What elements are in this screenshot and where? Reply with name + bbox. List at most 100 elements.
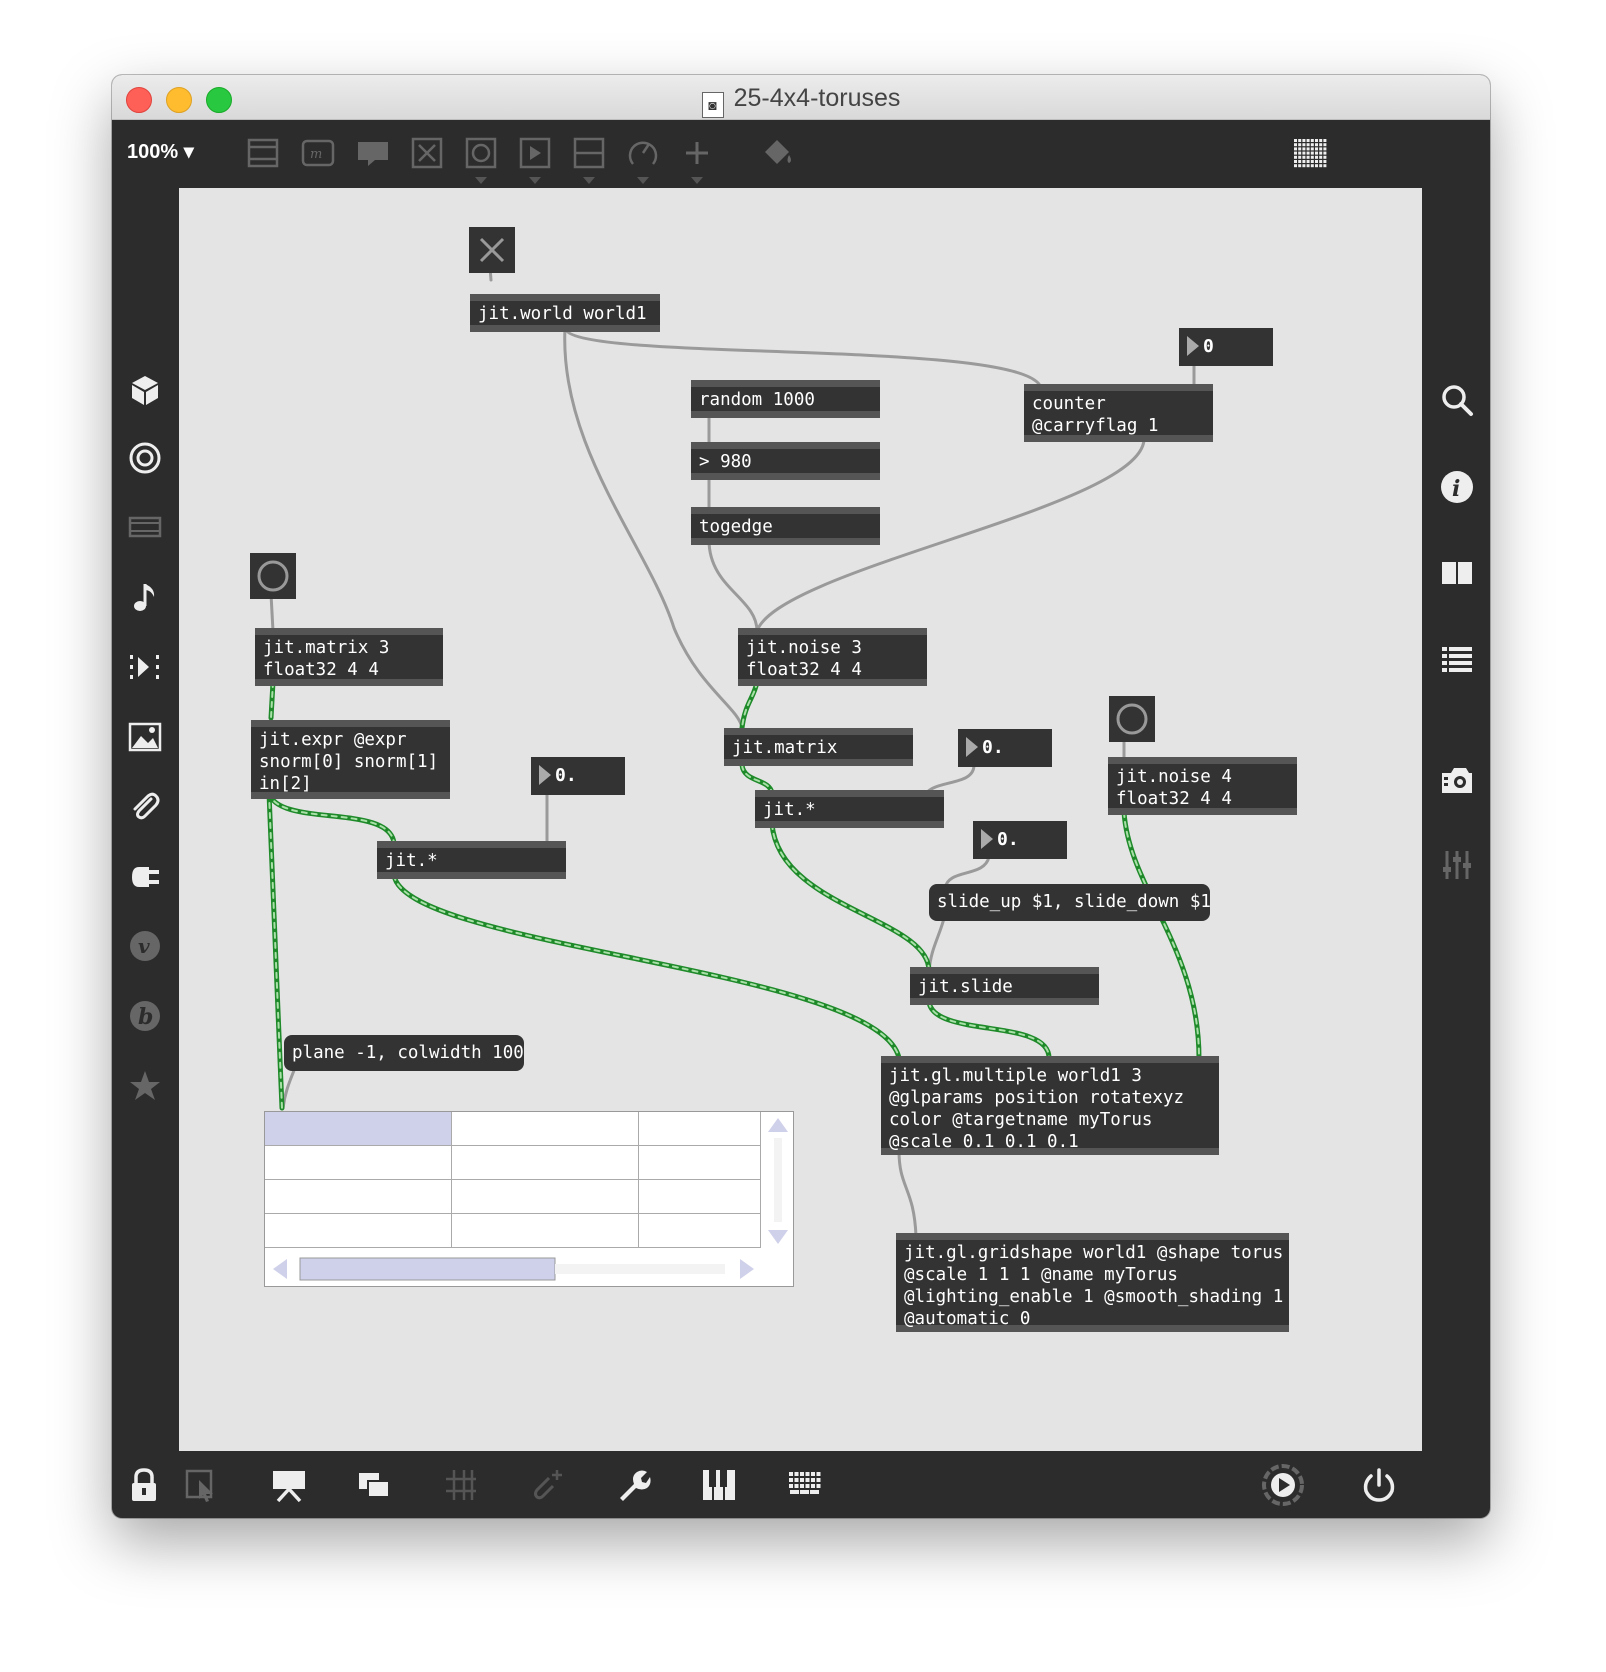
scroll-down-arrow-icon bbox=[768, 1230, 788, 1244]
bottom-toolbar bbox=[112, 1452, 1490, 1518]
grid-snap-icon[interactable] bbox=[442, 1466, 480, 1504]
cube-icon[interactable] bbox=[127, 372, 163, 408]
object-jit-gl-gridshape[interactable]: jit.gl.gridshape world1 @shape torus @sc… bbox=[896, 1233, 1289, 1332]
play-icon[interactable] bbox=[517, 135, 553, 171]
jit-cellblock[interactable] bbox=[264, 1111, 794, 1287]
object-jit-matrix-3[interactable]: jit.matrix 3 float32 4 4 bbox=[255, 628, 443, 686]
dial-caret-icon[interactable] bbox=[637, 177, 649, 184]
slider-caret-icon[interactable] bbox=[583, 177, 595, 184]
toggle-icon[interactable] bbox=[409, 135, 445, 171]
cell[interactable] bbox=[639, 1180, 761, 1214]
select-icon[interactable] bbox=[183, 1466, 221, 1504]
object-counter[interactable]: counter @carryflag 1 bbox=[1024, 384, 1213, 442]
number-slide[interactable]: 0. bbox=[973, 821, 1067, 859]
object-jit-mult-right[interactable]: jit.* bbox=[755, 790, 944, 828]
number-arrow-icon bbox=[981, 829, 993, 849]
message-icon[interactable]: m bbox=[300, 135, 336, 171]
windows-icon[interactable] bbox=[355, 1466, 393, 1504]
object-jit-matrix[interactable]: jit.matrix bbox=[724, 728, 913, 766]
object-jit-expr[interactable]: jit.expr @expr snorm[0] snorm[1] in[2] bbox=[251, 720, 450, 799]
v-icon[interactable]: v bbox=[127, 928, 163, 964]
number-counter-in[interactable]: 0 bbox=[1179, 328, 1273, 366]
right-sidebar: i bbox=[1424, 187, 1490, 1452]
object-greater-than[interactable]: > 980 bbox=[691, 442, 880, 480]
cord-button-matrix3 bbox=[269, 592, 275, 633]
target-icon[interactable] bbox=[127, 440, 163, 476]
plug-icon[interactable] bbox=[127, 859, 163, 895]
cell[interactable] bbox=[639, 1214, 761, 1248]
button-icon[interactable] bbox=[463, 135, 499, 171]
cell[interactable] bbox=[639, 1112, 761, 1146]
paint-bucket-icon[interactable] bbox=[760, 135, 796, 171]
object-jit-world[interactable]: jit.world world1 bbox=[470, 294, 660, 332]
add-icon[interactable] bbox=[679, 135, 715, 171]
bang-button-matrix[interactable] bbox=[250, 553, 296, 599]
horizontal-scrollbar[interactable] bbox=[265, 1252, 765, 1286]
svg-text:v: v bbox=[138, 934, 150, 958]
search-icon[interactable] bbox=[1439, 382, 1475, 418]
camera-icon[interactable] bbox=[1439, 762, 1475, 798]
power-icon[interactable] bbox=[1360, 1466, 1398, 1504]
vertical-scrollbar[interactable] bbox=[763, 1112, 793, 1252]
star-icon[interactable] bbox=[127, 1068, 163, 1104]
number-mult-b[interactable]: 0. bbox=[958, 729, 1052, 767]
cell[interactable] bbox=[639, 1146, 761, 1180]
cell[interactable] bbox=[452, 1146, 639, 1180]
lock-icon[interactable] bbox=[125, 1466, 163, 1504]
media-icon[interactable] bbox=[127, 509, 163, 545]
object-jit-gl-multiple[interactable]: jit.gl.multiple world1 3 @glparams posit… bbox=[881, 1056, 1219, 1155]
cell[interactable] bbox=[452, 1180, 639, 1214]
message-plane[interactable]: plane -1, colwidth 100 bbox=[284, 1035, 524, 1071]
window-title-wrap: ◙ 25-4x4-toruses bbox=[112, 84, 1490, 118]
play-caret-icon[interactable] bbox=[529, 177, 541, 184]
cell[interactable] bbox=[452, 1112, 639, 1146]
toggle-world[interactable] bbox=[469, 227, 515, 273]
patcher-canvas[interactable]: 0 0. 0. 0. jit.world world1 random 1000 … bbox=[179, 188, 1422, 1451]
cell[interactable] bbox=[265, 1146, 452, 1180]
play-circle-icon[interactable] bbox=[1260, 1462, 1306, 1508]
cell[interactable] bbox=[265, 1112, 452, 1146]
cell[interactable] bbox=[452, 1214, 639, 1248]
object-togedge[interactable]: togedge bbox=[691, 507, 880, 545]
mixer-icon[interactable] bbox=[1439, 847, 1475, 883]
grid-icon[interactable] bbox=[1292, 135, 1328, 171]
object-random[interactable]: random 1000 bbox=[691, 380, 880, 418]
object-icon[interactable] bbox=[245, 135, 281, 171]
wrench-icon[interactable] bbox=[614, 1466, 652, 1504]
image-icon[interactable] bbox=[127, 719, 163, 755]
object-jit-noise-3[interactable]: jit.noise 3 float32 4 4 bbox=[738, 628, 927, 686]
bang-button-noise[interactable] bbox=[1109, 696, 1155, 742]
number-value: 0 bbox=[1203, 336, 1214, 357]
b-icon[interactable]: b bbox=[127, 998, 163, 1034]
music-note-icon[interactable] bbox=[127, 579, 163, 615]
number-value: 0. bbox=[982, 737, 1004, 758]
comment-icon[interactable] bbox=[355, 135, 391, 171]
svg-text:i: i bbox=[1452, 476, 1460, 502]
button-caret-icon[interactable] bbox=[475, 177, 487, 184]
keyboard-icon[interactable] bbox=[786, 1466, 824, 1504]
info-icon[interactable]: i bbox=[1439, 469, 1475, 505]
columns-icon[interactable] bbox=[1439, 555, 1475, 591]
number-mult-a[interactable]: 0. bbox=[531, 757, 625, 795]
clip-add-icon[interactable] bbox=[527, 1466, 565, 1504]
piano-icon[interactable] bbox=[700, 1466, 738, 1504]
add-caret-icon[interactable] bbox=[691, 177, 703, 184]
object-jit-slide[interactable]: jit.slide bbox=[910, 967, 1099, 1005]
patcher-toolbar: 100% ▾ m bbox=[112, 119, 1490, 187]
cell[interactable] bbox=[265, 1214, 452, 1248]
object-jit-noise-4[interactable]: jit.noise 4 float32 4 4 bbox=[1108, 757, 1297, 815]
object-jit-mult-left[interactable]: jit.* bbox=[377, 841, 566, 879]
cord-multiple-gridshape bbox=[897, 1149, 918, 1238]
cord-slidemsg-slide bbox=[927, 913, 947, 973]
dial-icon[interactable] bbox=[625, 135, 661, 171]
paperclip-icon[interactable] bbox=[127, 789, 163, 825]
message-slide[interactable]: slide_up $1, slide_down $1 bbox=[929, 884, 1211, 921]
list-icon[interactable] bbox=[1439, 642, 1475, 678]
slider-icon[interactable] bbox=[571, 135, 607, 171]
step-icon[interactable] bbox=[127, 649, 163, 685]
scroll-left-arrow-icon bbox=[273, 1259, 287, 1279]
zoom-menu[interactable]: 100% ▾ bbox=[127, 139, 194, 164]
cell[interactable] bbox=[265, 1180, 452, 1214]
presentation-icon[interactable] bbox=[270, 1466, 308, 1504]
document-icon: ◙ bbox=[701, 92, 724, 118]
